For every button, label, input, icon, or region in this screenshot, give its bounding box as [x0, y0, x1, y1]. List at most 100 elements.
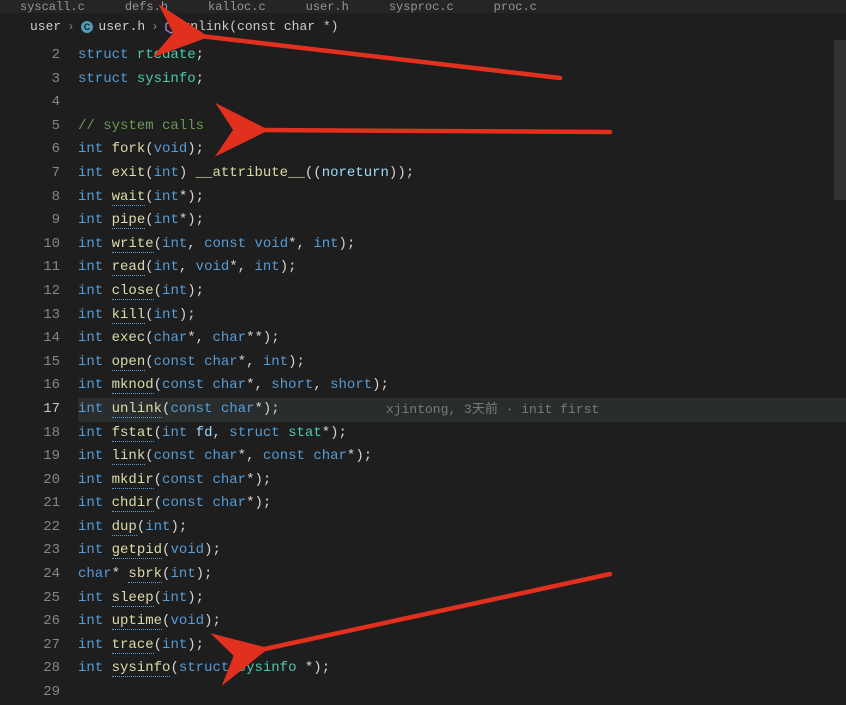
- code-token: (: [154, 283, 162, 299]
- code-token: int: [162, 590, 187, 606]
- code-token: [103, 613, 111, 629]
- breadcrumb-label: unlink(const char *): [182, 19, 338, 34]
- code-token: mknod: [112, 377, 154, 394]
- code-token: (: [154, 425, 162, 441]
- tabs-row: syscall.c defs.h kalloc.c user.h sysproc…: [0, 0, 846, 14]
- code-line[interactable]: struct sysinfo;: [78, 68, 846, 92]
- chevron-right-icon: ›: [67, 20, 74, 34]
- breadcrumb-symbol[interactable]: unlink(const char *): [164, 19, 338, 34]
- code-token: [128, 47, 136, 63]
- code-line[interactable]: int trace(int);: [78, 634, 846, 658]
- code-line[interactable]: int mknod(const char*, short, short);: [78, 374, 846, 398]
- code-token: int: [78, 165, 103, 181]
- code-token: (: [154, 472, 162, 488]
- tab[interactable]: sysproc.c: [369, 0, 474, 14]
- line-number: 4: [0, 91, 60, 115]
- code-token: const: [170, 401, 212, 417]
- vertical-scrollbar[interactable]: [834, 40, 846, 702]
- code-line[interactable]: int wait(int*);: [78, 186, 846, 210]
- code-line[interactable]: int mkdir(const char*);: [78, 469, 846, 493]
- code-token: int: [154, 259, 179, 275]
- code-token: int: [78, 613, 103, 629]
- code-line[interactable]: [78, 91, 846, 115]
- scrollbar-thumb[interactable]: [834, 40, 846, 200]
- code-line[interactable]: int open(const char*, int);: [78, 351, 846, 375]
- code-token: *,: [229, 259, 254, 275]
- code-token: const: [154, 448, 196, 464]
- code-token: int: [154, 307, 179, 323]
- code-area[interactable]: struct rtcdate;struct sysinfo; // system …: [78, 40, 846, 702]
- code-token: char: [204, 354, 238, 370]
- code-line[interactable]: int close(int);: [78, 280, 846, 304]
- code-editor[interactable]: 2345678910111213141516171819202122232425…: [0, 40, 846, 702]
- code-line[interactable]: [78, 681, 846, 705]
- code-token: unlink: [112, 401, 162, 418]
- code-token: [196, 448, 204, 464]
- code-token: int: [162, 283, 187, 299]
- code-token: *,: [288, 236, 313, 252]
- code-token: [103, 354, 111, 370]
- code-token: *,: [246, 377, 271, 393]
- code-token: int: [78, 189, 103, 205]
- code-token: int: [78, 141, 103, 157]
- code-token: struct: [78, 47, 128, 63]
- code-line[interactable]: int chdir(const char*);: [78, 492, 846, 516]
- code-token: );: [280, 259, 297, 275]
- code-line[interactable]: int fstat(int fd, struct stat*);: [78, 422, 846, 446]
- code-line[interactable]: int sleep(int);: [78, 587, 846, 611]
- code-line[interactable]: int getpid(void);: [78, 539, 846, 563]
- code-line[interactable]: int pipe(int*);: [78, 209, 846, 233]
- code-token: fd: [196, 425, 213, 441]
- code-token: int: [154, 165, 179, 181]
- code-token: sleep: [112, 590, 154, 607]
- code-token: void: [170, 542, 204, 558]
- code-line[interactable]: // system calls: [78, 115, 846, 139]
- c-file-icon: C: [80, 20, 94, 34]
- breadcrumb-label: user: [30, 19, 61, 34]
- code-token: *);: [322, 425, 347, 441]
- code-line[interactable]: int exit(int) __attribute__((noreturn));: [78, 162, 846, 186]
- code-token: [246, 236, 254, 252]
- code-token: ,: [179, 259, 196, 275]
- code-line[interactable]: int read(int, void*, int);: [78, 256, 846, 280]
- code-line[interactable]: int kill(int);: [78, 304, 846, 328]
- code-token: ,: [313, 377, 330, 393]
- code-token: int: [78, 283, 103, 299]
- code-token: (: [145, 307, 153, 323]
- breadcrumb-file[interactable]: C user.h: [80, 19, 145, 34]
- tab[interactable]: user.h: [286, 0, 369, 14]
- code-token: int: [78, 495, 103, 511]
- code-line[interactable]: int fork(void);: [78, 138, 846, 162]
- code-line[interactable]: int uptime(void);: [78, 610, 846, 634]
- code-line[interactable]: int unlink(const char*);xjintong, 3天前 · …: [78, 398, 846, 422]
- code-line[interactable]: int sysinfo(struct sysinfo *);: [78, 657, 846, 681]
- code-token: link: [112, 448, 146, 465]
- code-line[interactable]: int dup(int);: [78, 516, 846, 540]
- line-number: 11: [0, 256, 60, 280]
- code-token: int: [78, 401, 103, 417]
- code-token: int: [78, 590, 103, 606]
- code-token: uptime: [112, 613, 162, 630]
- tab[interactable]: proc.c: [474, 0, 557, 14]
- breadcrumb-folder[interactable]: user: [30, 19, 61, 34]
- code-line[interactable]: char* sbrk(int);: [78, 563, 846, 587]
- git-blame-annotation: xjintong, 3天前 · init first: [386, 398, 599, 422]
- line-number: 14: [0, 327, 60, 351]
- code-token: int: [78, 542, 103, 558]
- code-line[interactable]: int write(int, const void*, int);: [78, 233, 846, 257]
- code-token: (: [145, 212, 153, 228]
- code-token: char: [221, 401, 255, 417]
- code-line[interactable]: int link(const char*, const char*);: [78, 445, 846, 469]
- code-line[interactable]: int exec(char*, char**);: [78, 327, 846, 351]
- code-token: int: [78, 212, 103, 228]
- code-line[interactable]: struct rtcdate;: [78, 44, 846, 68]
- tab[interactable]: defs.h: [105, 0, 188, 14]
- line-number: 8: [0, 186, 60, 210]
- code-token: getpid: [112, 542, 162, 559]
- code-token: sbrk: [128, 566, 162, 583]
- code-token: noreturn: [322, 165, 389, 181]
- code-token: ,: [212, 425, 229, 441]
- tab[interactable]: syscall.c: [0, 0, 105, 14]
- code-token: [103, 307, 111, 323]
- tab[interactable]: kalloc.c: [188, 0, 286, 14]
